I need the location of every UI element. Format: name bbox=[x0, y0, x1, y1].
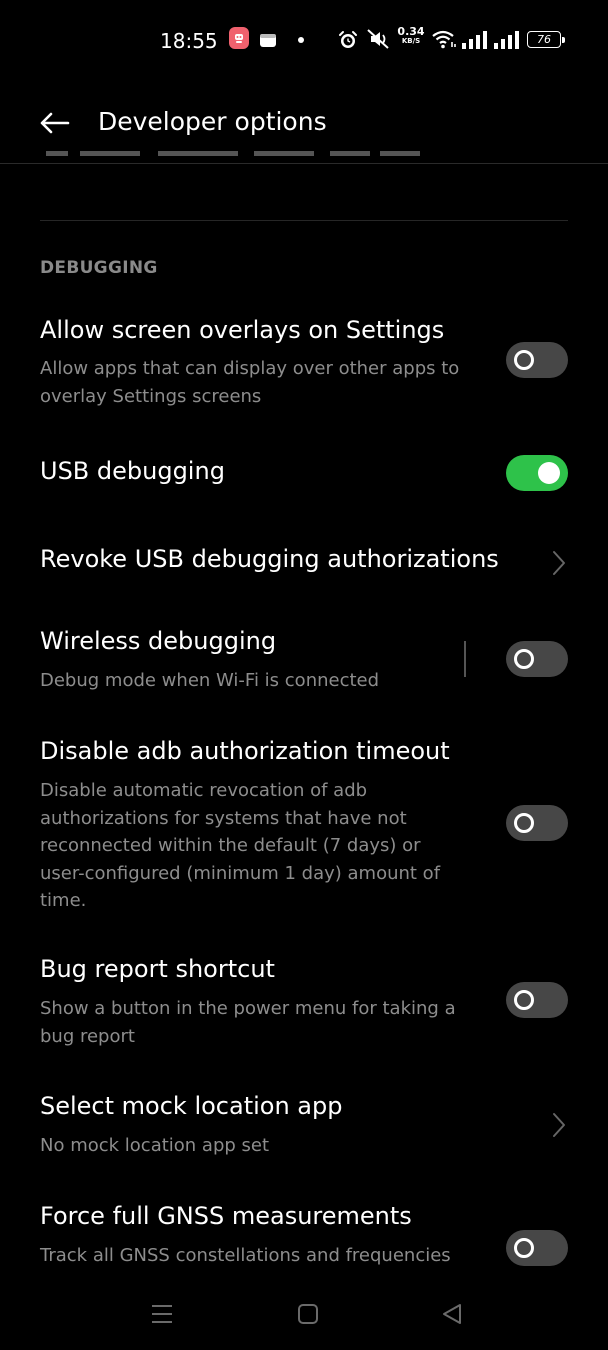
setting-subtitle: No mock location app set bbox=[40, 1135, 270, 1156]
arrow-left-icon bbox=[40, 112, 70, 134]
status-bar: 18:55 0.34 KB/S 76 bbox=[0, 0, 608, 82]
setting-select-mock-location-app[interactable]: Select mock location app No mock locatio… bbox=[0, 1083, 608, 1163]
setting-title: Revoke USB debugging authorizations bbox=[40, 545, 499, 573]
home-button[interactable] bbox=[288, 1298, 328, 1330]
network-speed-value: 0.34 bbox=[397, 25, 425, 38]
setting-subtitle: Track all GNSS constellations and freque… bbox=[40, 1245, 451, 1266]
setting-subtitle: Allow apps that can display over other a… bbox=[40, 358, 460, 407]
signal-icon bbox=[462, 31, 488, 49]
setting-subtitle: Disable automatic revocation of adb auth… bbox=[40, 780, 441, 911]
nav-back-button[interactable] bbox=[432, 1298, 472, 1330]
setting-allow-screen-overlays[interactable]: Allow screen overlays on Settings Allow … bbox=[0, 310, 608, 420]
chevron-right-icon bbox=[553, 1113, 565, 1137]
status-time: 18:55 bbox=[160, 29, 218, 53]
setting-title: Allow screen overlays on Settings bbox=[40, 316, 445, 344]
network-speed-unit: KB/S bbox=[401, 37, 421, 45]
setting-force-full-gnss[interactable]: Force full GNSS measurements Track all G… bbox=[0, 1193, 608, 1273]
toggle-knob bbox=[514, 1238, 534, 1258]
clipped-text-fragment bbox=[46, 151, 420, 156]
wifi-icon bbox=[431, 28, 457, 50]
toggle-switch[interactable] bbox=[506, 455, 568, 491]
setting-usb-debugging[interactable]: USB debugging bbox=[0, 448, 608, 502]
dot-icon bbox=[298, 37, 304, 43]
setting-title: USB debugging bbox=[40, 457, 225, 485]
setting-title: Select mock location app bbox=[40, 1092, 343, 1120]
setting-subtitle: Debug mode when Wi-Fi is connected bbox=[40, 670, 380, 691]
app-notification-icon bbox=[259, 31, 277, 49]
toggle-switch[interactable] bbox=[506, 641, 568, 677]
app-notification-icon bbox=[229, 27, 249, 49]
setting-subtitle: Show a button in the power menu for taki… bbox=[40, 998, 456, 1047]
back-triangle-icon bbox=[443, 1304, 461, 1324]
signal-icon bbox=[494, 31, 520, 49]
setting-title: Disable adb authorization timeout bbox=[40, 737, 450, 765]
toggle-knob bbox=[514, 649, 534, 669]
setting-title: Bug report shortcut bbox=[40, 955, 275, 983]
section-divider bbox=[40, 220, 568, 221]
section-header: DEBUGGING bbox=[40, 258, 158, 278]
navigation-bar bbox=[0, 1280, 608, 1350]
toggle-switch[interactable] bbox=[506, 805, 568, 841]
setting-wireless-debugging[interactable]: Wireless debugging Debug mode when Wi-Fi… bbox=[0, 618, 608, 698]
chevron-right-icon bbox=[553, 551, 565, 575]
toggle-knob bbox=[514, 813, 534, 833]
setting-revoke-usb-authorizations[interactable]: Revoke USB debugging authorizations bbox=[0, 536, 608, 590]
back-button[interactable] bbox=[36, 108, 72, 138]
toggle-knob bbox=[514, 990, 534, 1010]
toggle-switch[interactable] bbox=[506, 1230, 568, 1266]
setting-title: Force full GNSS measurements bbox=[40, 1202, 412, 1230]
toggle-knob bbox=[538, 462, 560, 484]
toggle-knob bbox=[514, 350, 534, 370]
battery-icon: 76 bbox=[527, 31, 565, 48]
menu-icon bbox=[152, 1305, 172, 1323]
setting-disable-adb-auth-timeout[interactable]: Disable adb authorization timeout Disabl… bbox=[0, 728, 608, 918]
scrolled-off-item[interactable] bbox=[40, 150, 560, 164]
mute-icon bbox=[366, 28, 392, 50]
alarm-icon bbox=[338, 30, 358, 50]
setting-title: Wireless debugging bbox=[40, 627, 277, 655]
page-title: Developer options bbox=[98, 107, 327, 136]
toggle-switch[interactable] bbox=[506, 342, 568, 378]
setting-bug-report-shortcut[interactable]: Bug report shortcut Show a button in the… bbox=[0, 946, 608, 1056]
home-icon bbox=[298, 1304, 318, 1324]
vertical-divider bbox=[464, 641, 466, 677]
recent-apps-button[interactable] bbox=[142, 1298, 182, 1330]
network-speed: 0.34 KB/S bbox=[397, 26, 425, 45]
toggle-switch[interactable] bbox=[506, 982, 568, 1018]
